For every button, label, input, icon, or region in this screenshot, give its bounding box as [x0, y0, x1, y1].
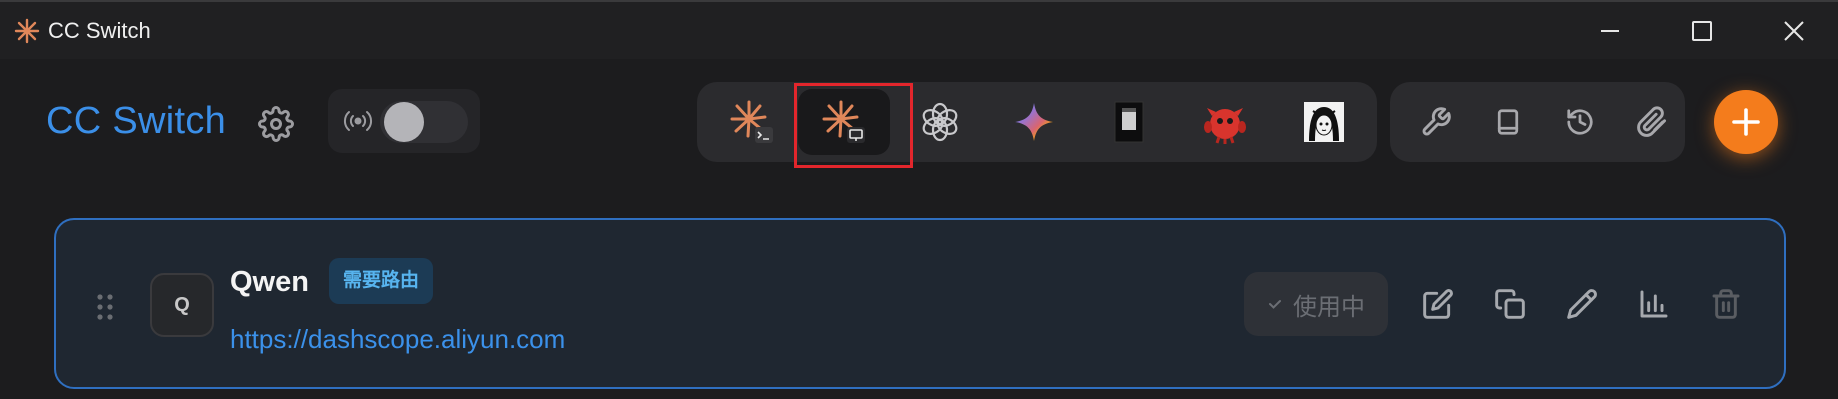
app-claude-code[interactable]: [706, 89, 798, 155]
brand-title[interactable]: CC Switch: [46, 100, 226, 143]
anime-avatar-icon: [1304, 102, 1344, 142]
gemini-icon: [1015, 103, 1053, 141]
docs-button[interactable]: [1484, 98, 1532, 146]
opencode-icon: [1114, 101, 1144, 143]
check-icon: [1269, 300, 1281, 309]
claude-code-icon: [730, 100, 773, 143]
app-gemini[interactable]: [988, 89, 1080, 155]
app-red-mascot[interactable]: [1179, 89, 1271, 155]
in-use-button[interactable]: 使用中: [1244, 272, 1388, 336]
routing-badge: 需要路由: [329, 258, 434, 304]
add-provider-button[interactable]: [1714, 90, 1778, 154]
app-anime-avatar[interactable]: [1278, 89, 1370, 155]
edit-button[interactable]: [1418, 284, 1458, 324]
book-icon: [1497, 109, 1519, 135]
edit-icon: [1423, 289, 1453, 319]
drag-handle-icon[interactable]: [96, 293, 114, 321]
in-use-label: 使用中: [1293, 293, 1365, 321]
proxy-switch-group: [328, 89, 480, 153]
history-icon: [1567, 109, 1593, 135]
close-button[interactable]: [1764, 10, 1824, 52]
maximize-icon: [1692, 21, 1712, 41]
stats-button[interactable]: [1634, 284, 1674, 324]
title-bar: CC Switch: [0, 0, 1838, 59]
provider-card[interactable]: Q Qwen 需要路由 https://dashscope.aliyun.com…: [54, 218, 1786, 389]
active-app-highlight: [794, 83, 913, 168]
settings-gear-icon[interactable]: [258, 106, 294, 142]
test-button[interactable]: [1562, 284, 1602, 324]
delete-button[interactable]: [1706, 284, 1746, 324]
tools-button[interactable]: [1412, 98, 1460, 146]
app-opencode[interactable]: [1083, 89, 1175, 155]
pencil-icon: [1567, 289, 1597, 319]
minimize-button[interactable]: [1580, 10, 1640, 52]
toggle-knob: [384, 102, 424, 142]
duplicate-button[interactable]: [1490, 284, 1530, 324]
red-mascot-icon: [1204, 108, 1246, 144]
openai-icon: [922, 102, 958, 142]
broadcast-icon: [343, 111, 373, 131]
bar-chart-icon: [1640, 290, 1668, 318]
wrench-icon: [1422, 107, 1451, 136]
close-icon: [1784, 21, 1804, 41]
provider-name: Qwen: [230, 266, 309, 298]
minimize-icon: [1601, 30, 1619, 32]
paperclip-icon: [1637, 106, 1666, 137]
proxy-toggle[interactable]: [380, 101, 468, 143]
history-button[interactable]: [1556, 98, 1604, 146]
provider-avatar: Q: [150, 273, 214, 337]
window-title: CC Switch: [48, 18, 151, 43]
copy-icon: [1495, 289, 1525, 319]
plus-icon: [1732, 108, 1760, 136]
app-logo-icon: [14, 18, 40, 44]
attachments-button[interactable]: [1628, 98, 1676, 146]
maximize-button[interactable]: [1672, 10, 1732, 52]
tool-group: [1390, 82, 1685, 162]
trash-icon: [1712, 289, 1740, 319]
provider-url-link[interactable]: https://dashscope.aliyun.com: [230, 324, 565, 355]
